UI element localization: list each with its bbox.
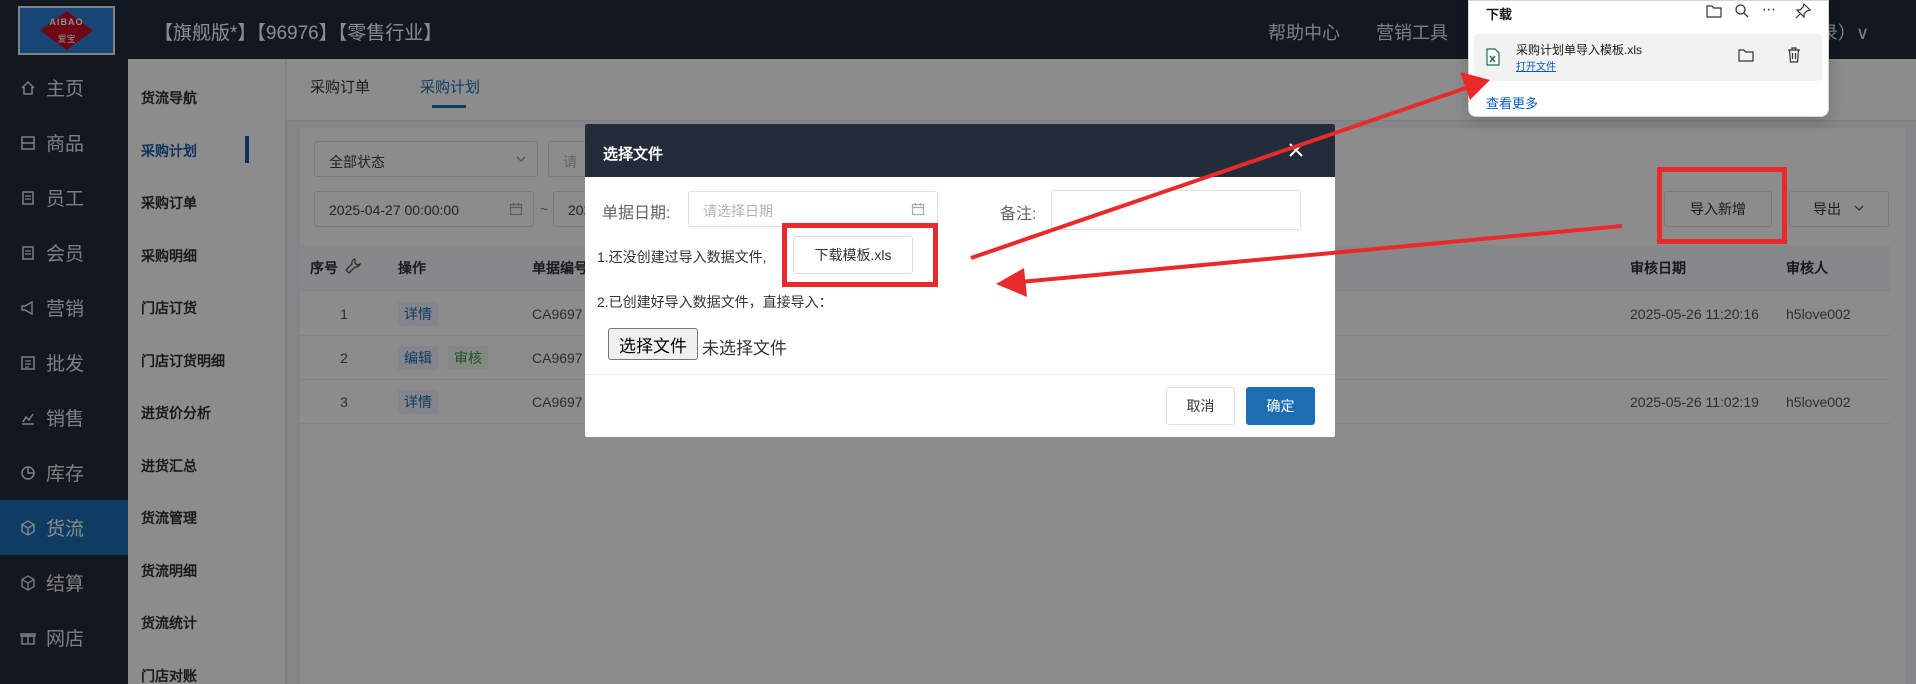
step1-text: 1.还没创建过导入数据文件, — [597, 249, 767, 265]
delete-icon[interactable] — [1787, 46, 1801, 66]
search-icon[interactable] — [1734, 3, 1750, 22]
excel-file-icon — [1486, 48, 1500, 69]
close-icon[interactable] — [1285, 139, 1307, 161]
open-file-link[interactable]: 打开文件 — [1516, 58, 1556, 73]
folder-icon[interactable] — [1706, 4, 1722, 21]
show-in-folder-icon[interactable] — [1738, 48, 1754, 65]
calendar-icon — [911, 202, 925, 219]
date-placeholder: 请选择日期 — [703, 203, 773, 219]
more-options-icon[interactable]: ⋯ — [1762, 1, 1776, 18]
pin-icon[interactable] — [1795, 2, 1812, 22]
no-file-text: 未选择文件 — [702, 339, 787, 358]
see-more-link[interactable]: 查看更多 — [1486, 93, 1538, 112]
doc-date-input[interactable]: 请选择日期 — [688, 191, 938, 227]
annotation-box-import — [1657, 167, 1787, 244]
annotation-box-download — [782, 223, 938, 287]
download-item[interactable]: 采购计划单导入模板.xls 打开文件 — [1474, 34, 1822, 81]
download-file-name: 采购计划单导入模板.xls — [1516, 43, 1643, 57]
remark-label: 备注: — [1000, 206, 1037, 223]
choose-file-button[interactable]: 选择文件 — [608, 328, 698, 360]
select-file-dialog: 选择文件 单据日期: 请选择日期 备注: 1.还没创建过导入数据文件, 下载模板… — [585, 124, 1335, 437]
browser-downloads-panel: 下载 ⋯ 采购计划单导入模板.xls 打开文件 查看更多 — [1468, 0, 1829, 117]
confirm-button[interactable]: 确定 — [1246, 387, 1315, 425]
step2-text: 2.已创建好导入数据文件，直接导入： — [597, 294, 833, 310]
cancel-button[interactable]: 取消 — [1166, 387, 1235, 425]
date-label: 单据日期: — [602, 205, 671, 222]
downloads-title: 下载 — [1486, 7, 1513, 22]
remark-textarea[interactable] — [1051, 190, 1301, 230]
dialog-divider — [585, 374, 1335, 375]
dialog-title: 选择文件 — [585, 124, 1335, 177]
